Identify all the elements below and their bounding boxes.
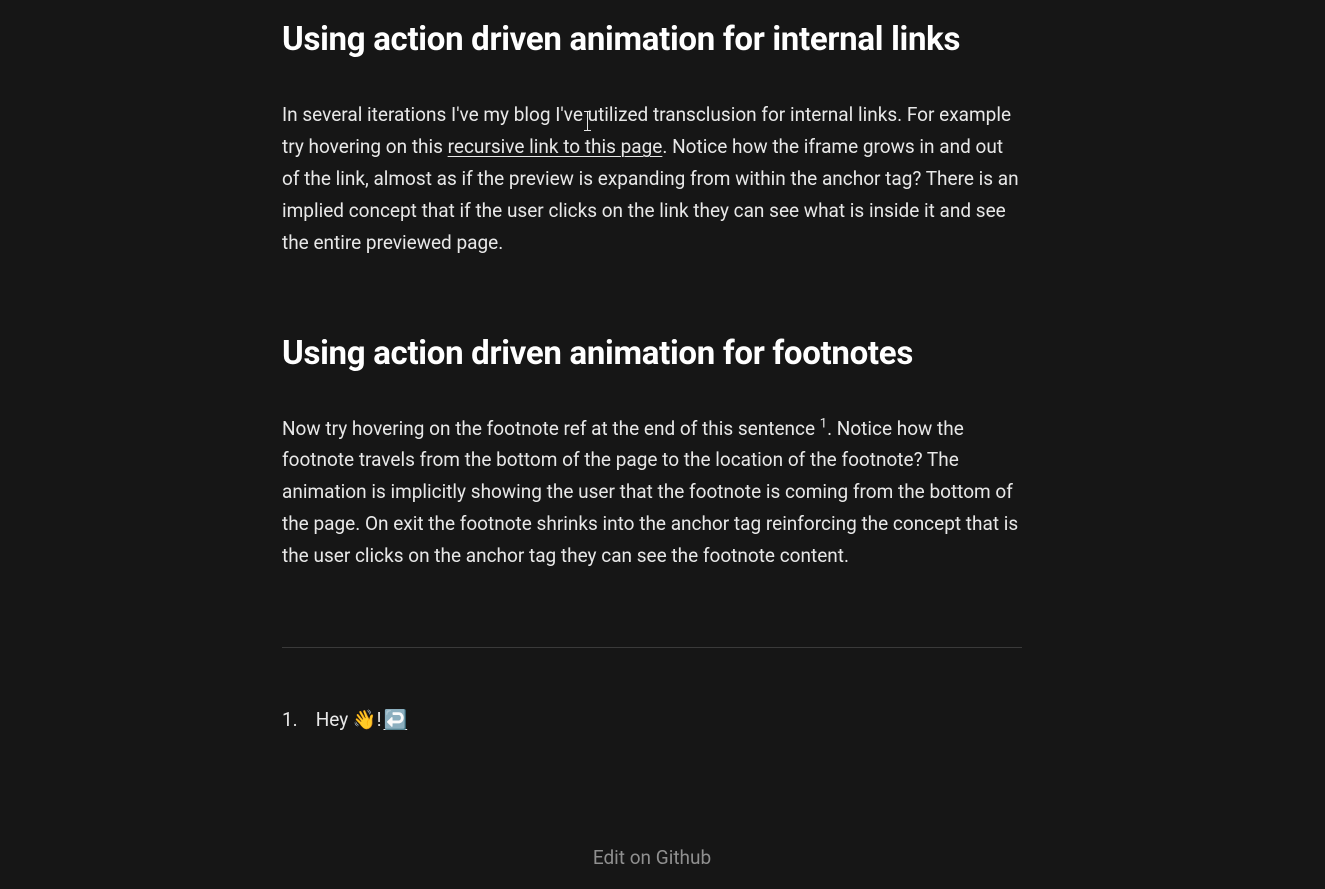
text-fragment: Now try hovering on the footnote ref at … [282,417,820,440]
footnote-text: Hey 👋! [316,708,382,731]
divider [282,647,1022,648]
footnote-list: 1. Hey 👋!↩️ [282,708,1022,731]
footnote-item: Hey 👋!↩️ [316,708,407,731]
heading-footnotes: Using action driven animation for footno… [282,334,1022,373]
footnote-number: 1. [282,708,298,731]
edit-link-container: Edit on Github [282,846,1022,869]
heading-internal-links: Using action driven animation for intern… [282,20,1022,59]
section-footnotes: Using action driven animation for footno… [282,334,1022,573]
recursive-link[interactable]: recursive link to this page [448,135,663,158]
footnote-back-link[interactable]: ↩️ [383,708,407,731]
paragraph-internal-links: In several iterations I've my blog I've … [282,99,1022,259]
paragraph-footnotes: Now try hovering on the footnote ref at … [282,413,1022,573]
footnote-ref[interactable]: 1 [820,416,827,431]
section-internal-links: Using action driven animation for intern… [282,20,1022,259]
edit-github-link[interactable]: Edit on Github [593,846,711,869]
